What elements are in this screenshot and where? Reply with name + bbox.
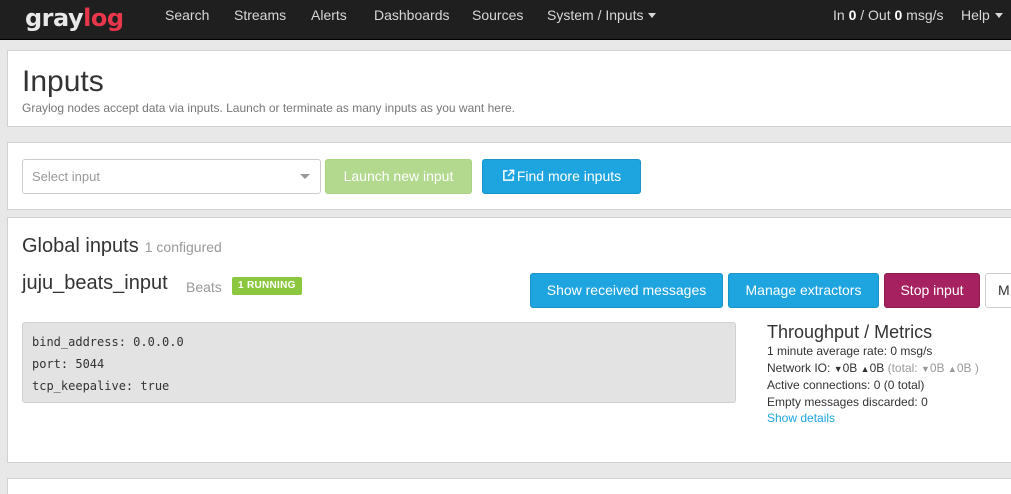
throughput-in-label: In bbox=[833, 7, 849, 23]
input-type: Beats bbox=[186, 279, 222, 295]
external-link-icon bbox=[502, 169, 515, 181]
network-total: (total: ▼0B ▲0B ) bbox=[888, 361, 979, 375]
logo-text-accent: log bbox=[83, 4, 124, 32]
network-total-close: ) bbox=[971, 361, 979, 375]
page-description: Graylog nodes accept data via inputs. La… bbox=[22, 101, 515, 115]
network-io-down: 0B bbox=[842, 361, 858, 375]
page-header: Inputs Graylog nodes accept data via inp… bbox=[7, 50, 1011, 127]
caret-up-icon: ▲ bbox=[860, 364, 870, 374]
input-launcher: Select input Launch new input Find more … bbox=[7, 142, 1011, 210]
config-tcp-keepalive: tcp_keepalive: true bbox=[32, 379, 170, 393]
show-details-link[interactable]: Show details bbox=[767, 411, 835, 425]
caret-down-icon: ▼ bbox=[833, 364, 843, 374]
global-inputs-panel: Global inputs 1 configured juju_beats_inp… bbox=[7, 217, 1011, 463]
caret-down-icon: ▼ bbox=[920, 364, 930, 374]
status-badge: 1 RUNNING bbox=[232, 277, 302, 295]
chevron-down-icon bbox=[994, 12, 1003, 18]
top-navbar: graylog Search Streams Alerts Dashboards… bbox=[0, 0, 1011, 40]
launch-new-input-button[interactable]: Launch new input bbox=[325, 159, 472, 194]
stop-input-button[interactable]: Stop input bbox=[884, 273, 980, 308]
input-type-select[interactable]: Select input bbox=[22, 159, 321, 194]
throughput-unit: msg/s bbox=[902, 7, 944, 23]
more-actions-button[interactable]: M bbox=[985, 273, 1011, 308]
nav-search[interactable]: Search bbox=[165, 0, 209, 40]
nav-system-dropdown[interactable]: System / Inputs bbox=[547, 0, 657, 40]
manage-extractors-button[interactable]: Manage extractors bbox=[728, 273, 879, 308]
caret-up-icon: ▲ bbox=[947, 364, 957, 374]
find-more-inputs-label: Find more inputs bbox=[516, 168, 622, 184]
metric-avg-rate: 1 minute average rate: 0 msg/s bbox=[767, 344, 933, 358]
input-configuration: bind_address: 0.0.0.0 port: 5044 tcp_kee… bbox=[22, 322, 736, 403]
show-received-messages-button[interactable]: Show received messages bbox=[530, 273, 723, 308]
nav-sources[interactable]: Sources bbox=[472, 0, 523, 40]
network-total-label: (total: bbox=[887, 361, 921, 375]
config-port: port: 5044 bbox=[32, 357, 105, 371]
network-total-up: 0B bbox=[956, 361, 972, 375]
local-inputs-panel bbox=[7, 478, 1011, 494]
global-throughput: In 0 / Out 0 msg/s bbox=[833, 0, 944, 30]
chevron-down-icon bbox=[648, 12, 657, 18]
network-io-label: Network IO: bbox=[767, 361, 834, 375]
nav-alerts[interactable]: Alerts bbox=[311, 0, 347, 40]
metric-active-connections: Active connections: 0 (0 total) bbox=[767, 378, 925, 392]
page-title: Inputs bbox=[22, 65, 104, 98]
graylog-logo[interactable]: graylog bbox=[25, 4, 124, 34]
select-placeholder: Select input bbox=[32, 169, 100, 184]
metrics-title: Throughput / Metrics bbox=[767, 322, 933, 342]
global-inputs-heading: Global inputs 1 configured bbox=[22, 235, 222, 258]
nav-help-dropdown[interactable]: Help bbox=[961, 0, 1003, 40]
nav-system-label: System / Inputs bbox=[547, 7, 644, 23]
find-more-inputs-button[interactable]: Find more inputs bbox=[482, 159, 641, 194]
global-inputs-title: Global inputs bbox=[22, 235, 139, 257]
nav-streams[interactable]: Streams bbox=[234, 0, 286, 40]
input-name: juju_beats_input bbox=[22, 272, 168, 294]
throughput-out-label: / Out bbox=[856, 7, 895, 23]
dropdown-arrow-icon bbox=[300, 174, 310, 179]
metric-network-io: Network IO: ▼0B ▲0B (total: ▼0B ▲0B ) bbox=[767, 361, 979, 375]
network-total-down: 0B bbox=[929, 361, 945, 375]
nav-help-label: Help bbox=[961, 7, 990, 23]
global-inputs-count: 1 configured bbox=[144, 239, 222, 255]
metric-empty-discarded: Empty messages discarded: 0 bbox=[767, 395, 928, 409]
logo-text-main: gray bbox=[25, 4, 84, 32]
network-io-up: 0B bbox=[869, 361, 885, 375]
nav-dashboards[interactable]: Dashboards bbox=[374, 0, 450, 40]
config-bind-address: bind_address: 0.0.0.0 bbox=[32, 335, 184, 349]
